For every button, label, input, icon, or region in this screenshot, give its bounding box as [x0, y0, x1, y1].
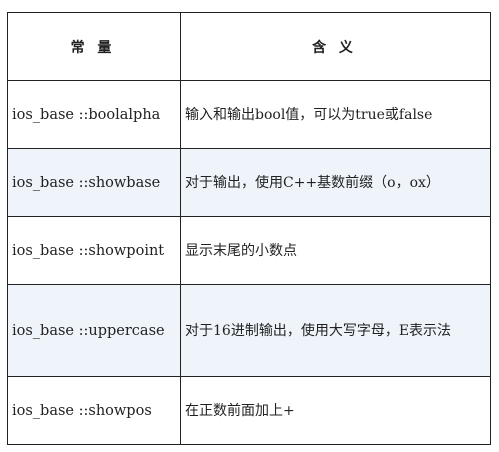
table-row: ios_base ::showbase 对于输出，使用C++基数前缀（o，ox） [7, 148, 491, 217]
meaning-cell: 输入和输出bool值，可以为true或false [180, 80, 491, 149]
table-row: ios_base ::showpoint 显示末尾的小数点 [7, 216, 491, 285]
table-row: ios_base ::uppercase 对于16进制输出，使用大写字母，E表示… [7, 284, 491, 377]
table-row: ios_base ::showpos 在正数前面加上+ [7, 376, 491, 445]
table-row: ios_base ::boolalpha 输入和输出bool值，可以为true或… [7, 80, 491, 149]
meaning-cell: 对于16进制输出，使用大写字母，E表示法 [180, 284, 491, 377]
constant-cell: ios_base ::boolalpha [7, 80, 181, 149]
meaning-cell: 显示末尾的小数点 [180, 216, 491, 285]
constant-cell: ios_base ::showbase [7, 148, 181, 217]
constant-cell: ios_base ::showpoint [7, 216, 181, 285]
header-constant: 常 量 [7, 12, 181, 81]
header-row: 常 量 含 义 [7, 12, 491, 81]
constant-cell: ios_base ::showpos [7, 376, 181, 445]
header-meaning: 含 义 [180, 12, 491, 81]
constant-cell: ios_base ::uppercase [7, 284, 181, 377]
meaning-cell: 在正数前面加上+ [180, 376, 491, 445]
meaning-cell: 对于输出，使用C++基数前缀（o，ox） [180, 148, 491, 217]
constants-table: 常 量 含 义 ios_base ::boolalpha 输入和输出bool值，… [7, 12, 491, 445]
